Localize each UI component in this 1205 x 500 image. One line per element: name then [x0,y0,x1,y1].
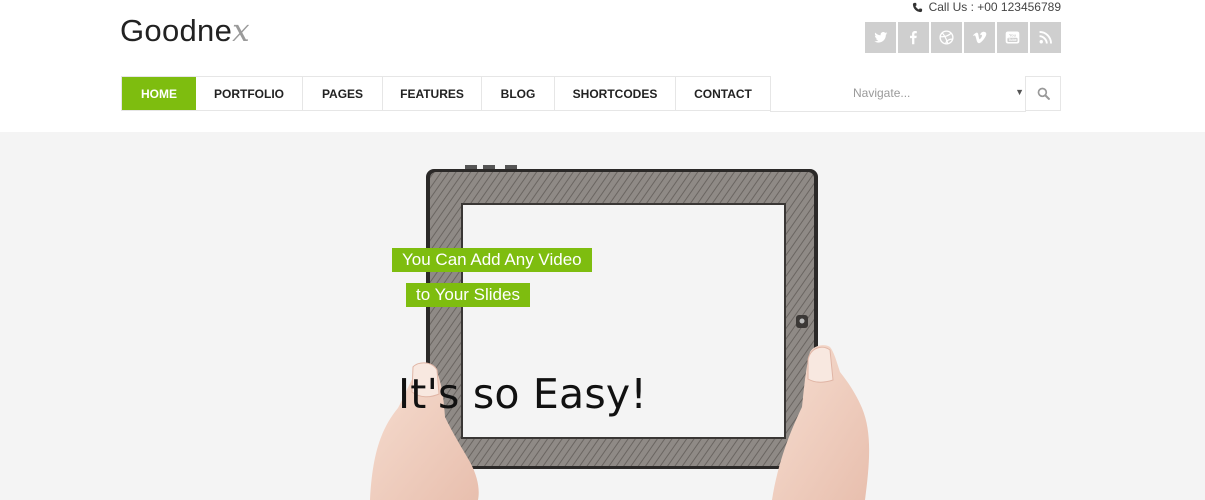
twitter-link[interactable] [865,22,896,53]
call-us: Call Us : +00 123456789 [912,0,1061,14]
nav-item-contact[interactable]: CONTACT [676,77,771,110]
site-header: Goodnex Call Us : +00 123456789 You Tube … [0,0,1205,132]
facebook-link[interactable] [898,22,929,53]
svg-text:You: You [1009,33,1017,38]
chevron-down-icon: ▼ [1015,87,1024,97]
nav-item-pages[interactable]: PAGES [303,77,383,110]
youtube-link[interactable]: You Tube [997,22,1028,53]
twitter-icon [874,32,888,43]
nav-item-shortcodes[interactable]: SHORTCODES [555,77,676,110]
svg-text:Tube: Tube [1008,38,1016,42]
rss-icon [1039,31,1052,44]
dribbble-icon [939,30,954,45]
facebook-icon [910,31,917,45]
rss-link[interactable] [1030,22,1061,53]
call-us-text: Call Us : +00 123456789 [928,0,1061,14]
nav-item-portfolio[interactable]: PORTFOLIO [196,77,303,110]
tablet-in-hands-image [370,165,870,500]
nav-item-home[interactable]: HOME [122,77,196,110]
logo-text: Goodne [120,13,233,48]
slide-headline: It's so Easy! [398,370,648,418]
nav-item-features[interactable]: FEATURES [383,77,482,110]
youtube-icon: YouTube [1005,31,1020,44]
vimeo-link[interactable] [964,22,995,53]
hero-slider: You Can Add Any Video to Your Slides It'… [0,132,1205,500]
slide-caption-primary: You Can Add Any Video [392,248,592,272]
search-icon [1037,87,1050,100]
logo-mark: x [232,13,250,49]
navigate-select[interactable]: Navigate... ▼ [770,76,1026,112]
vimeo-icon [973,31,987,44]
search-button[interactable] [1025,76,1061,111]
phone-icon [912,2,922,12]
navigate-select-placeholder: Navigate... [853,86,911,100]
social-links: You Tube [865,22,1061,53]
slide-caption-secondary: to Your Slides [406,283,530,307]
dribbble-link[interactable] [931,22,962,53]
nav-item-blog[interactable]: BLOG [482,77,555,110]
main-navigation: HOME PORTFOLIO PAGES FEATURES BLOG SHORT… [121,76,771,111]
site-logo[interactable]: Goodnex [120,13,250,49]
